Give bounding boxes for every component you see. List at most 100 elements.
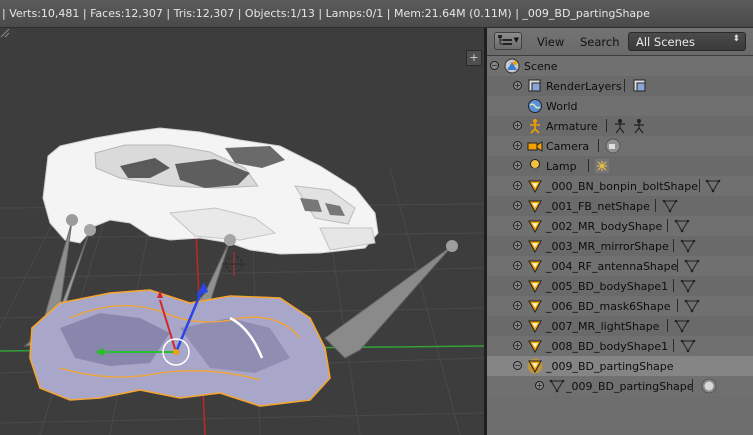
expand-icon[interactable]: + — [513, 161, 522, 170]
mesh-data-icon[interactable] — [680, 338, 696, 354]
mesh-data-icon[interactable] — [705, 178, 721, 194]
separator — [673, 279, 674, 292]
mesh-data-icon[interactable] — [684, 258, 700, 274]
mesh-triangle-icon — [528, 220, 542, 234]
display-mode-select[interactable]: All Scenes ⬍ — [628, 32, 746, 51]
expand-icon[interactable]: + — [513, 81, 522, 90]
select-arrows-icon: ⬍ — [732, 34, 740, 44]
expand-icon[interactable]: + — [513, 341, 522, 350]
separator — [624, 79, 625, 92]
area-split-corner-icon[interactable] — [0, 28, 10, 38]
tree-row-armature[interactable]: + Armature — [487, 116, 753, 136]
expand-icon[interactable]: + — [513, 221, 522, 230]
expand-icon[interactable]: + — [513, 181, 522, 190]
mesh-triangle-icon — [528, 300, 542, 314]
3d-viewport[interactable]: + — [0, 28, 484, 435]
view-menu[interactable]: View — [537, 35, 564, 49]
separator — [673, 239, 674, 252]
tree-label: _005_BD_bodyShape1 — [546, 280, 669, 293]
tree-row-scene[interactable]: − Scene — [487, 56, 753, 76]
tree-row-mesh[interactable]: + _002_MR_bodyShape — [487, 216, 753, 236]
separator — [673, 339, 674, 352]
separator — [677, 299, 678, 312]
selected-car-body — [29, 289, 331, 407]
separator — [677, 259, 678, 272]
lamp-icon — [530, 159, 540, 172]
tree-label: _006_BD_mask6Shape — [546, 300, 671, 313]
search-menu[interactable]: Search — [580, 35, 620, 49]
mesh-data-icon[interactable] — [680, 238, 696, 254]
tree-row-mesh[interactable]: + _007_MR_lightShape — [487, 316, 753, 336]
outliner-header: ▼ View Search All Scenes ⬍ — [487, 28, 753, 56]
viewport-properties-toggle[interactable]: + — [466, 50, 482, 66]
tree-label: Lamp — [546, 160, 577, 173]
separator — [606, 119, 607, 132]
tree-label: Scene — [524, 60, 558, 73]
tree-label: _000_BN_bonpin_boltShape — [546, 180, 698, 193]
expand-icon[interactable]: + — [513, 121, 522, 130]
plus-icon: + — [469, 51, 479, 64]
tree-row-mesh[interactable]: + _000_BN_bonpin_boltShape — [487, 176, 753, 196]
tree-label: World — [546, 100, 578, 113]
armature-data-icon[interactable] — [631, 118, 647, 134]
mesh-triangle-icon — [528, 180, 542, 194]
tree-row-camera[interactable]: + Camera — [487, 136, 753, 156]
dropdown-arrow-icon: ▼ — [513, 36, 519, 44]
expand-icon[interactable]: + — [513, 261, 522, 270]
tree-row-renderlayers[interactable]: + RenderLayers — [487, 76, 753, 96]
render-layer-data-icon[interactable] — [632, 78, 648, 94]
tree-label: _009_BD_partingShape — [546, 360, 674, 373]
expand-icon[interactable]: + — [513, 141, 522, 150]
mesh-data-icon — [549, 379, 565, 393]
expand-icon[interactable]: + — [513, 301, 522, 310]
tree-label: _001_FB_netShape — [546, 200, 650, 213]
expand-icon[interactable]: + — [513, 321, 522, 330]
tree-row-mesh[interactable]: + _005_BD_bodyShape1 — [487, 276, 753, 296]
tree-label: _003_MR_mirrorShape — [546, 240, 669, 253]
expand-icon[interactable]: + — [513, 201, 522, 210]
tree-row-mesh[interactable]: + _004_RF_antennaShape — [487, 256, 753, 276]
collapse-icon[interactable]: − — [490, 61, 499, 70]
mesh-data-icon[interactable] — [674, 218, 690, 234]
tree-row-mesh-selected[interactable]: − _009_BD_partingShape — [487, 356, 753, 376]
tree-row-mesh[interactable]: + _001_FB_netShape — [487, 196, 753, 216]
expand-icon[interactable]: + — [535, 381, 544, 390]
mesh-triangle-icon — [528, 240, 542, 254]
mesh-triangle-icon — [528, 280, 542, 294]
editor-type-button[interactable]: ▼ — [494, 32, 522, 50]
collapse-icon[interactable]: − — [513, 361, 522, 370]
tree-label: Armature — [546, 120, 598, 133]
tree-row-world[interactable]: World — [487, 96, 753, 116]
tree-row-lamp[interactable]: + Lamp — [487, 156, 753, 176]
scene-icon — [504, 58, 520, 74]
expand-icon[interactable]: + — [513, 281, 522, 290]
separator — [667, 319, 668, 332]
material-icon[interactable] — [701, 378, 717, 394]
tree-label: _007_MR_lightShape — [546, 320, 660, 333]
info-header: | Verts:10,481 | Faces:12,307 | Tris:12,… — [0, 0, 753, 28]
camera-data-icon[interactable] — [605, 138, 621, 154]
expand-icon[interactable]: + — [513, 241, 522, 250]
separator — [655, 199, 656, 212]
tree-row-mesh-data[interactable]: + _009_BD_partingShape — [487, 376, 753, 396]
separator — [588, 159, 589, 172]
lamp-data-icon[interactable] — [594, 158, 610, 174]
tree-row-mesh[interactable]: + _006_BD_mask6Shape — [487, 296, 753, 316]
separator — [699, 179, 700, 192]
mesh-triangle-icon — [527, 358, 543, 374]
tree-label: Camera — [546, 140, 590, 153]
mesh-data-icon[interactable] — [674, 318, 690, 334]
mesh-data-icon[interactable] — [684, 298, 700, 314]
tree-row-mesh[interactable]: + _003_MR_mirrorShape — [487, 236, 753, 256]
tree-label: _009_BD_partingShape — [566, 380, 694, 393]
tree-label: _008_BD_bodyShape1 — [546, 340, 669, 353]
pose-icon[interactable] — [612, 118, 628, 134]
viewport-canvas[interactable] — [0, 28, 484, 435]
mesh-data-icon[interactable] — [680, 278, 696, 294]
tree-row-mesh[interactable]: + _008_BD_bodyShape1 — [487, 336, 753, 356]
mesh-triangle-icon — [528, 340, 542, 354]
tree-label: RenderLayers — [546, 80, 622, 93]
scene-stats: | Verts:10,481 | Faces:12,307 | Tris:12,… — [2, 7, 650, 20]
armature-icon — [530, 119, 540, 134]
mesh-data-icon[interactable] — [662, 198, 678, 214]
